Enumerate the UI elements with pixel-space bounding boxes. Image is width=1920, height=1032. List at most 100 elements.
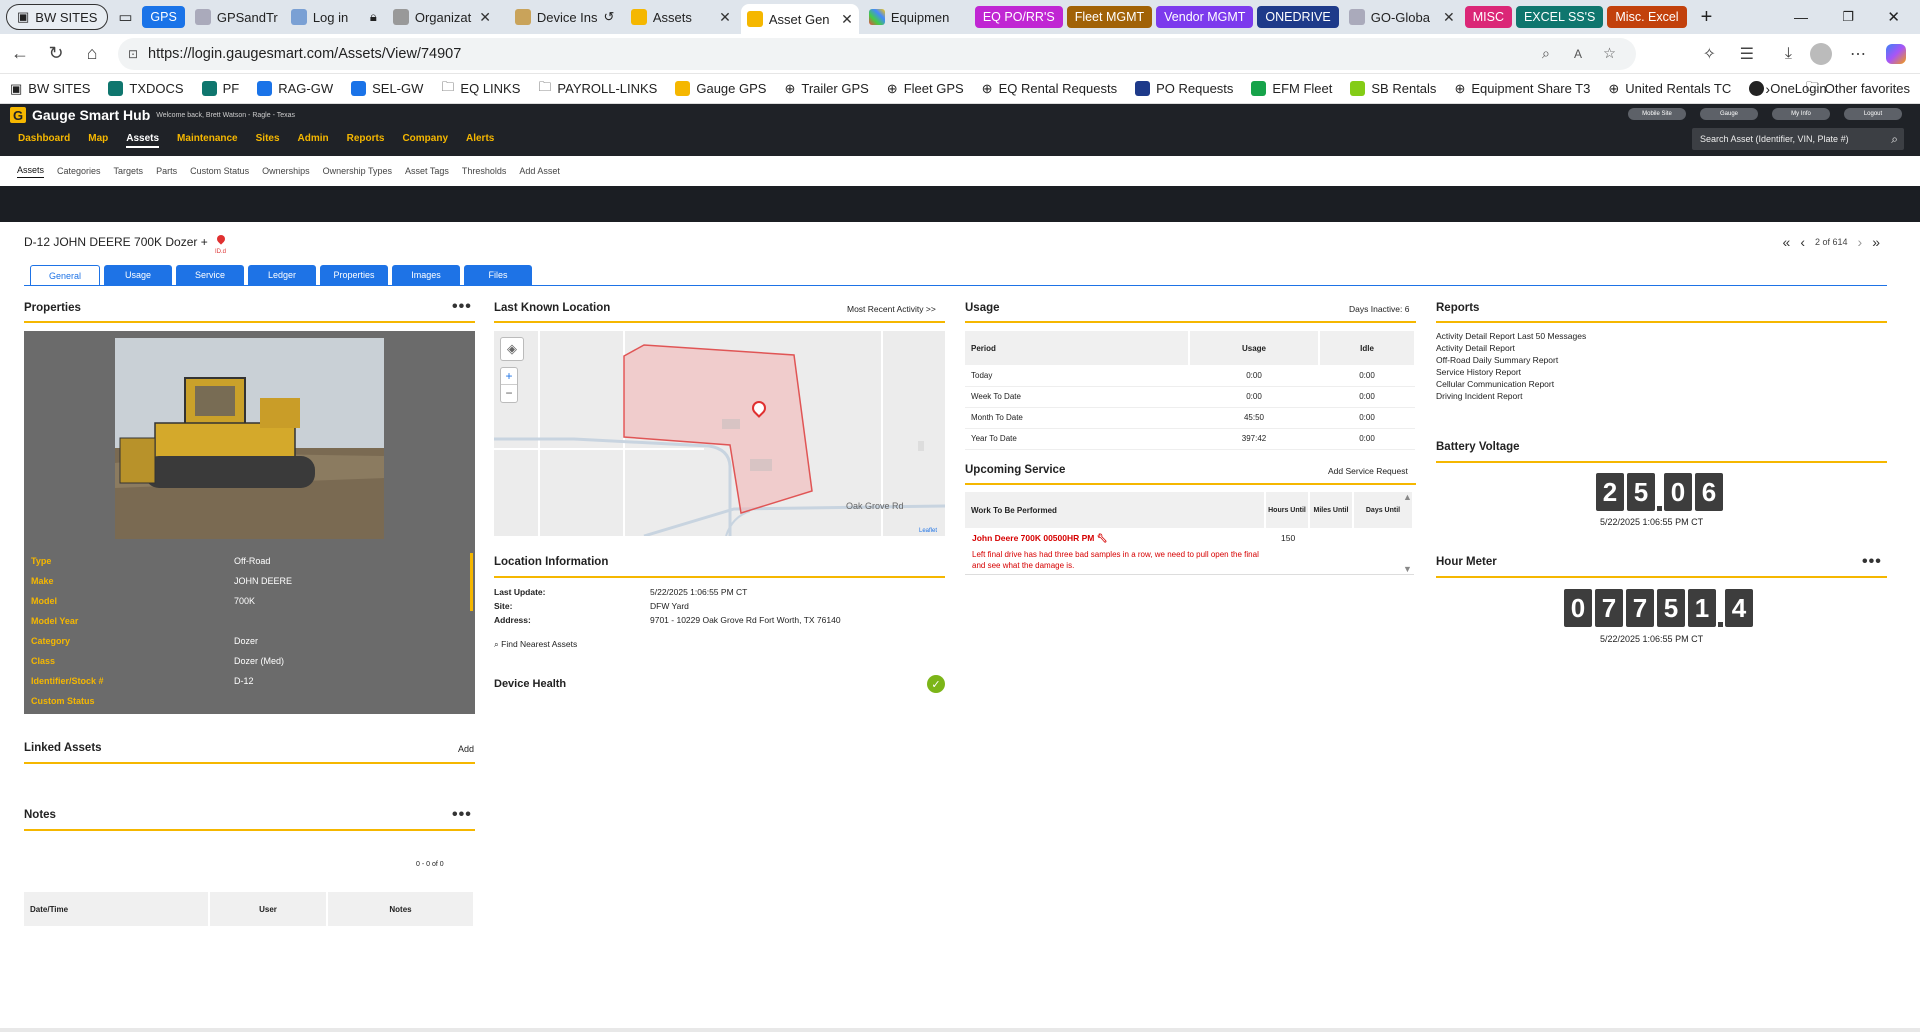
column-header[interactable]: Notes <box>327 892 475 926</box>
column-header[interactable]: Usage <box>1189 331 1320 365</box>
add-service-request-link[interactable]: Add Service Request <box>1328 466 1408 476</box>
close-icon[interactable]: ✕ <box>479 9 491 26</box>
tab-organization[interactable]: Organizat ✕ <box>387 4 505 30</box>
chevron-right-icon[interactable]: › <box>1765 81 1770 97</box>
first-page-icon[interactable]: « <box>1783 234 1791 250</box>
prev-page-icon[interactable]: ‹ <box>1800 234 1805 250</box>
tab-group-vendor-mgmt[interactable]: Vendor MGMT <box>1156 6 1254 28</box>
tab-group-misc[interactable]: MISC <box>1464 6 1512 28</box>
column-header[interactable]: Work To Be Performed <box>965 492 1266 528</box>
tab-group-gps[interactable]: GPS <box>142 6 185 28</box>
bookmark-efm-fleet[interactable]: EFM Fleet <box>1251 81 1332 96</box>
subnav-custom-status[interactable]: Custom Status <box>190 166 249 176</box>
properties-scrollbar[interactable] <box>470 553 473 611</box>
tab-group-fleet-mgmt[interactable]: Fleet MGMT <box>1066 6 1153 28</box>
tab-files[interactable]: Files <box>464 265 532 285</box>
tab-group-excel[interactable]: EXCEL SS'S <box>1515 6 1604 28</box>
more-options-icon[interactable]: ⋯ <box>1850 44 1866 64</box>
close-window-icon[interactable]: ✕ <box>1887 8 1900 26</box>
location-map[interactable]: ◈ + − Oak Grove Rd Leaflet <box>494 331 945 536</box>
report-link[interactable]: Service History Report <box>1436 367 1521 377</box>
downloads-icon[interactable]: ⤓ <box>1785 45 1792 63</box>
extensions-icon[interactable]: ✧ <box>1703 44 1716 64</box>
tab-log-in[interactable]: Log in 🔒︎ <box>285 4 383 30</box>
subnav-categories[interactable]: Categories <box>57 166 101 176</box>
report-link[interactable]: Driving Incident Report <box>1436 391 1522 401</box>
gauge-button[interactable]: Gauge <box>1700 108 1758 120</box>
column-header[interactable]: Idle <box>1319 331 1416 365</box>
refresh-icon[interactable]: ↻ <box>38 38 74 70</box>
nav-company[interactable]: Company <box>402 133 448 148</box>
favorite-star-icon[interactable]: ☆ <box>1603 46 1616 62</box>
tab-usage[interactable]: Usage <box>104 265 172 285</box>
health-ok-icon[interactable]: ✓ <box>927 675 945 693</box>
tab-go-global[interactable]: GO-Globa ✕ <box>1343 4 1461 30</box>
logout-button[interactable]: Logout <box>1844 108 1902 120</box>
tab-equipment[interactable]: Equipmen <box>863 4 971 30</box>
zoom-icon[interactable]: ⌕ <box>1542 46 1550 62</box>
more-options-icon[interactable]: ••• <box>452 298 472 316</box>
service-item-title[interactable]: John Deere 700K 00500HR PM 🔧︎ <box>972 533 1108 544</box>
brand[interactable]: G Gauge Smart Hub Welcome back, Brett Wa… <box>10 107 295 123</box>
back-icon[interactable]: ← <box>2 38 38 70</box>
bookmark-sb-rentals[interactable]: SB Rentals <box>1350 81 1436 96</box>
subnav-asset-tags[interactable]: Asset Tags <box>405 166 449 176</box>
search-icon[interactable]: ⌕ <box>1891 132 1898 147</box>
tab-group-eq-po[interactable]: EQ PO/RR'S <box>974 6 1063 28</box>
nav-sites[interactable]: Sites <box>256 133 280 148</box>
close-icon[interactable]: ✕ <box>841 11 853 28</box>
column-header[interactable]: User <box>209 892 328 926</box>
subnav-assets[interactable]: Assets <box>17 165 45 178</box>
maximize-icon[interactable]: ❐ <box>1842 9 1854 25</box>
tag-icon[interactable] <box>215 233 227 245</box>
column-header[interactable]: Date/Time <box>24 892 210 926</box>
more-options-icon[interactable]: ••• <box>1862 553 1882 571</box>
subnav-targets[interactable]: Targets <box>114 166 144 176</box>
report-link[interactable]: Cellular Communication Report <box>1436 379 1554 389</box>
layers-icon[interactable]: ◈ <box>500 337 524 361</box>
copilot-icon[interactable] <box>1886 43 1906 64</box>
bookmark-fleet-gps[interactable]: ⊕ Fleet GPS <box>887 81 964 97</box>
scroll-down-icon[interactable]: ▼ <box>1403 564 1412 574</box>
column-header[interactable]: Hours Until <box>1265 492 1310 528</box>
profile-avatar[interactable] <box>1810 42 1832 65</box>
asset-search-input[interactable]: Search Asset (Identifier, VIN, Plate #) … <box>1692 128 1904 150</box>
more-options-icon[interactable]: ••• <box>452 806 472 824</box>
bookmark-rag-gw[interactable]: RAG-GW <box>257 81 333 96</box>
bookmark-equipment-share[interactable]: ⊕ Equipment Share T3 <box>1454 81 1590 97</box>
asset-photo[interactable] <box>115 338 384 539</box>
mobile-site-button[interactable]: Mobile Site <box>1628 108 1686 120</box>
subnav-ownerships[interactable]: Ownerships <box>262 166 310 176</box>
close-icon[interactable]: ✕ <box>1443 9 1455 26</box>
close-icon[interactable]: ✕ <box>719 9 731 26</box>
scroll-up-icon[interactable]: ▲ <box>1403 492 1412 502</box>
bookmark-gauge-gps[interactable]: Gauge GPS <box>675 81 766 96</box>
tab-gpsandtr[interactable]: GPSandTr <box>189 4 281 30</box>
nav-maintenance[interactable]: Maintenance <box>177 133 238 148</box>
favorites-icon[interactable]: ☰ <box>1740 44 1754 64</box>
bookmark-pf[interactable]: PF <box>201 81 239 96</box>
tab-group-bw-sites[interactable]: ▣ BW SITES <box>6 4 109 30</box>
tab-images[interactable]: Images <box>392 265 460 285</box>
home-icon[interactable]: ⌂ <box>74 38 110 70</box>
bookmark-po-requests[interactable]: PO Requests <box>1135 81 1233 96</box>
bookmark-other-favorites[interactable]: 🗀 Other favorites <box>1806 78 1910 100</box>
add-linked-asset-link[interactable]: Add <box>458 744 474 754</box>
bookmark-eq-rental-requests[interactable]: ⊕ EQ Rental Requests <box>982 81 1117 97</box>
next-page-icon[interactable]: › <box>1858 234 1863 250</box>
read-aloud-icon[interactable]: A <box>1574 47 1582 61</box>
column-header[interactable]: Period <box>965 331 1190 365</box>
bookmark-united-rentals[interactable]: ⊕ United Rentals TC <box>1608 81 1731 97</box>
report-link[interactable]: Activity Detail Report <box>1436 343 1515 353</box>
tab-service[interactable]: Service <box>176 265 244 285</box>
nav-alerts[interactable]: Alerts <box>466 133 494 148</box>
zoom-in-icon[interactable]: + <box>501 368 517 385</box>
tab-general[interactable]: General <box>30 265 100 285</box>
my-info-button[interactable]: My Info <box>1772 108 1830 120</box>
tab-properties[interactable]: Properties <box>320 265 388 285</box>
column-header[interactable]: Miles Until <box>1309 492 1354 528</box>
tab-assets[interactable]: Assets ✕ <box>625 4 737 30</box>
tab-group-misc-excel[interactable]: Misc. Excel <box>1607 6 1687 28</box>
nav-admin[interactable]: Admin <box>298 133 329 148</box>
tab-group-onedrive[interactable]: ONEDRIVE <box>1257 6 1339 28</box>
